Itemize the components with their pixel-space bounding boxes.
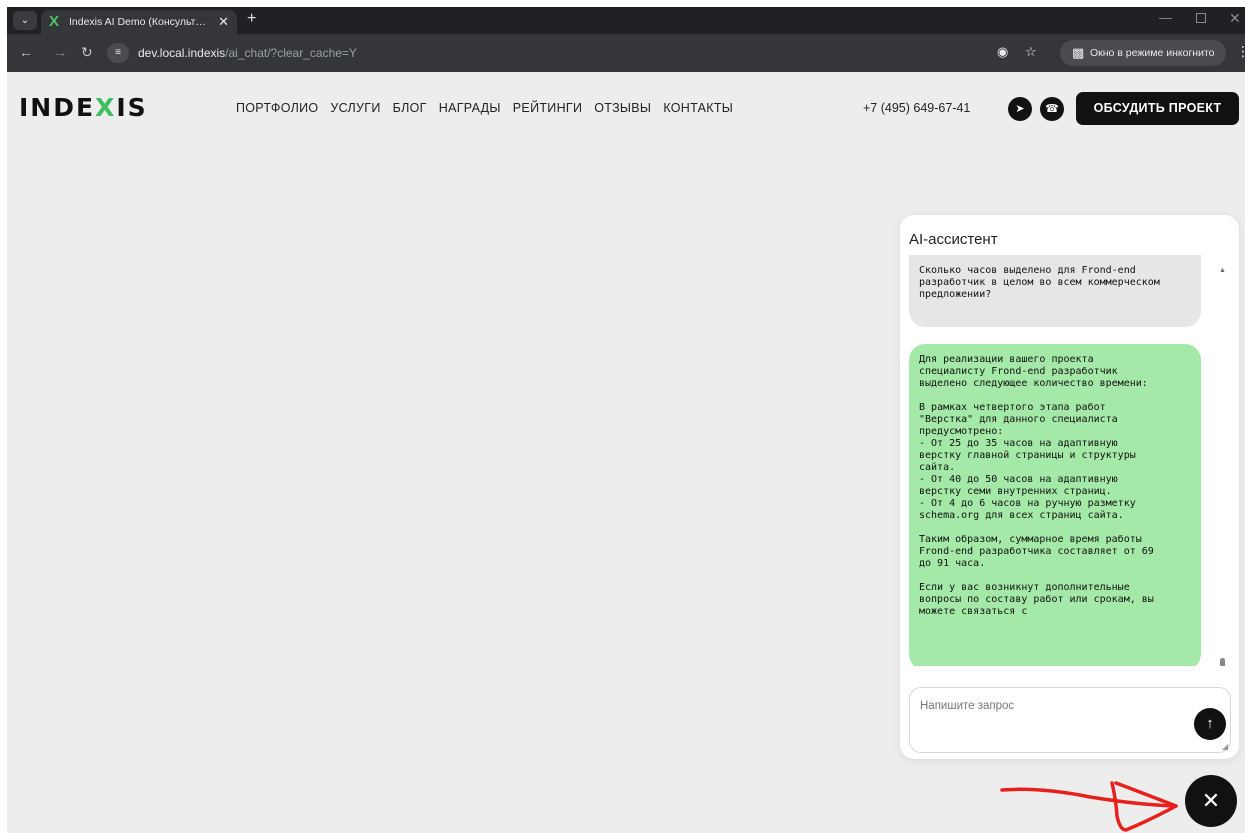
annotation-arrow-icon [1000, 781, 1178, 832]
